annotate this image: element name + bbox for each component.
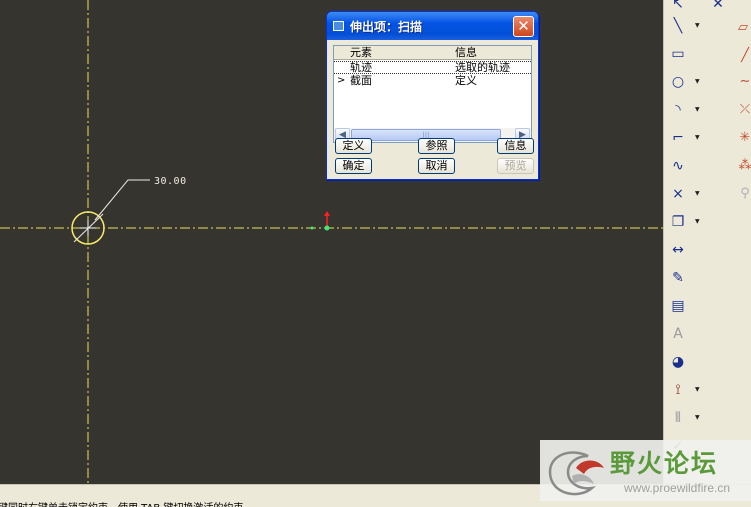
delete-segment-icon[interactable]: ⤫: [738, 100, 751, 118]
trajectory-arrow-head: [324, 211, 330, 216]
arc-icon[interactable]: ◝: [668, 100, 688, 120]
ok-button[interactable]: 确定: [335, 158, 372, 174]
offset-icon[interactable]: ❐: [668, 212, 688, 232]
forum-watermark: 野火论坛 www.proewildfire.cn: [540, 440, 751, 501]
row-info: 选取的轨迹: [455, 61, 510, 74]
chevron-down-icon[interactable]: ▼: [695, 78, 700, 85]
chevron-down-icon[interactable]: ▼: [695, 414, 700, 421]
info-button[interactable]: 信息: [497, 138, 534, 154]
trajectory-point-small: [310, 226, 314, 230]
centerline-icon[interactable]: ╱: [738, 46, 751, 64]
column-info: 信息: [455, 46, 477, 59]
circle-icon[interactable]: ○: [668, 72, 688, 92]
palette-icon[interactable]: ◕: [668, 352, 688, 372]
preview-button: 预览: [497, 158, 534, 174]
text-icon: A: [673, 326, 683, 342]
modify-icon[interactable]: ✎: [668, 268, 688, 288]
dialog-title-bar[interactable]: 伸出项：扫描 ✕: [327, 12, 538, 40]
rectangle-icon[interactable]: ▭: [668, 44, 688, 64]
define-button[interactable]: 定义: [335, 138, 372, 154]
window-icon: [333, 21, 344, 31]
watermark-name: 野火论坛: [610, 449, 719, 478]
current-row-marker: >: [337, 75, 346, 86]
chevron-down-icon[interactable]: ▼: [695, 22, 700, 29]
fillet-icon[interactable]: ⌐: [668, 128, 688, 148]
sketch-toolbar: ↖ ╲ ▼ ▭ ○ ▼ ◝ ▼ ⌐ ▼ ∿ × ▼ ❐ ▼ ↔ ✎ ▤ A ◕ …: [663, 0, 751, 484]
extend-icon: ⚲: [740, 185, 750, 201]
mirror-icon: ⫴: [675, 410, 681, 426]
spline-icon[interactable]: ∿: [668, 156, 688, 176]
dimension-value[interactable]: 30.00: [154, 176, 187, 187]
trajectory-point: [324, 225, 330, 231]
parallelogram-icon[interactable]: ▱: [736, 18, 750, 36]
constraint-icon[interactable]: ▤: [668, 296, 688, 316]
dialog-title: 伸出项：扫描: [350, 20, 423, 34]
corner-icon[interactable]: ⁂: [738, 156, 751, 174]
element-list[interactable]: 元素 信息 轨迹 选取的轨迹 > 截面 定义 ◀ ||| ▶: [333, 45, 532, 143]
reference-button[interactable]: 参照: [418, 138, 455, 154]
conic-icon[interactable]: ∼: [738, 72, 751, 90]
list-item-trajectory[interactable]: 轨迹 选取的轨迹: [334, 61, 531, 74]
sweep-dialog: 伸出项：扫描 ✕ 元素 信息 轨迹 选取的轨迹 > 截面 定义 ◀ ||| ▶ …: [326, 11, 539, 180]
watermark-url: www.proewildfire.cn: [624, 481, 731, 495]
list-header: 元素 信息: [334, 46, 531, 60]
chevron-down-icon[interactable]: ▼: [695, 106, 700, 113]
list-item-section[interactable]: > 截面 定义: [334, 74, 531, 87]
divide-icon[interactable]: ✳: [738, 128, 751, 146]
point-icon[interactable]: ×: [668, 184, 688, 204]
status-message: 键同时右键单击锁定约束，使用 TAB 键切换激活的约束。: [0, 499, 253, 507]
line-icon[interactable]: ╲: [668, 16, 688, 36]
row-element: 截面: [350, 74, 372, 87]
row-info: 定义: [455, 74, 477, 87]
flame-logo-icon: [548, 451, 604, 496]
cancel-button[interactable]: 取消: [418, 158, 455, 174]
chevron-down-icon[interactable]: ▼: [695, 218, 700, 225]
chevron-down-icon[interactable]: ▼: [695, 134, 700, 141]
dimension-leader: [94, 179, 150, 221]
chevron-down-icon[interactable]: ▼: [695, 386, 700, 393]
row-element: 轨迹: [350, 61, 372, 74]
dimension-icon[interactable]: ↔: [668, 240, 688, 260]
chevron-down-icon[interactable]: ▼: [695, 190, 700, 197]
trim-icon[interactable]: ⟟: [668, 380, 688, 400]
close-button[interactable]: ✕: [513, 16, 534, 37]
select-icon[interactable]: ↖: [668, 0, 688, 14]
close-icon[interactable]: ✕: [708, 0, 728, 14]
column-element: 元素: [350, 46, 372, 59]
